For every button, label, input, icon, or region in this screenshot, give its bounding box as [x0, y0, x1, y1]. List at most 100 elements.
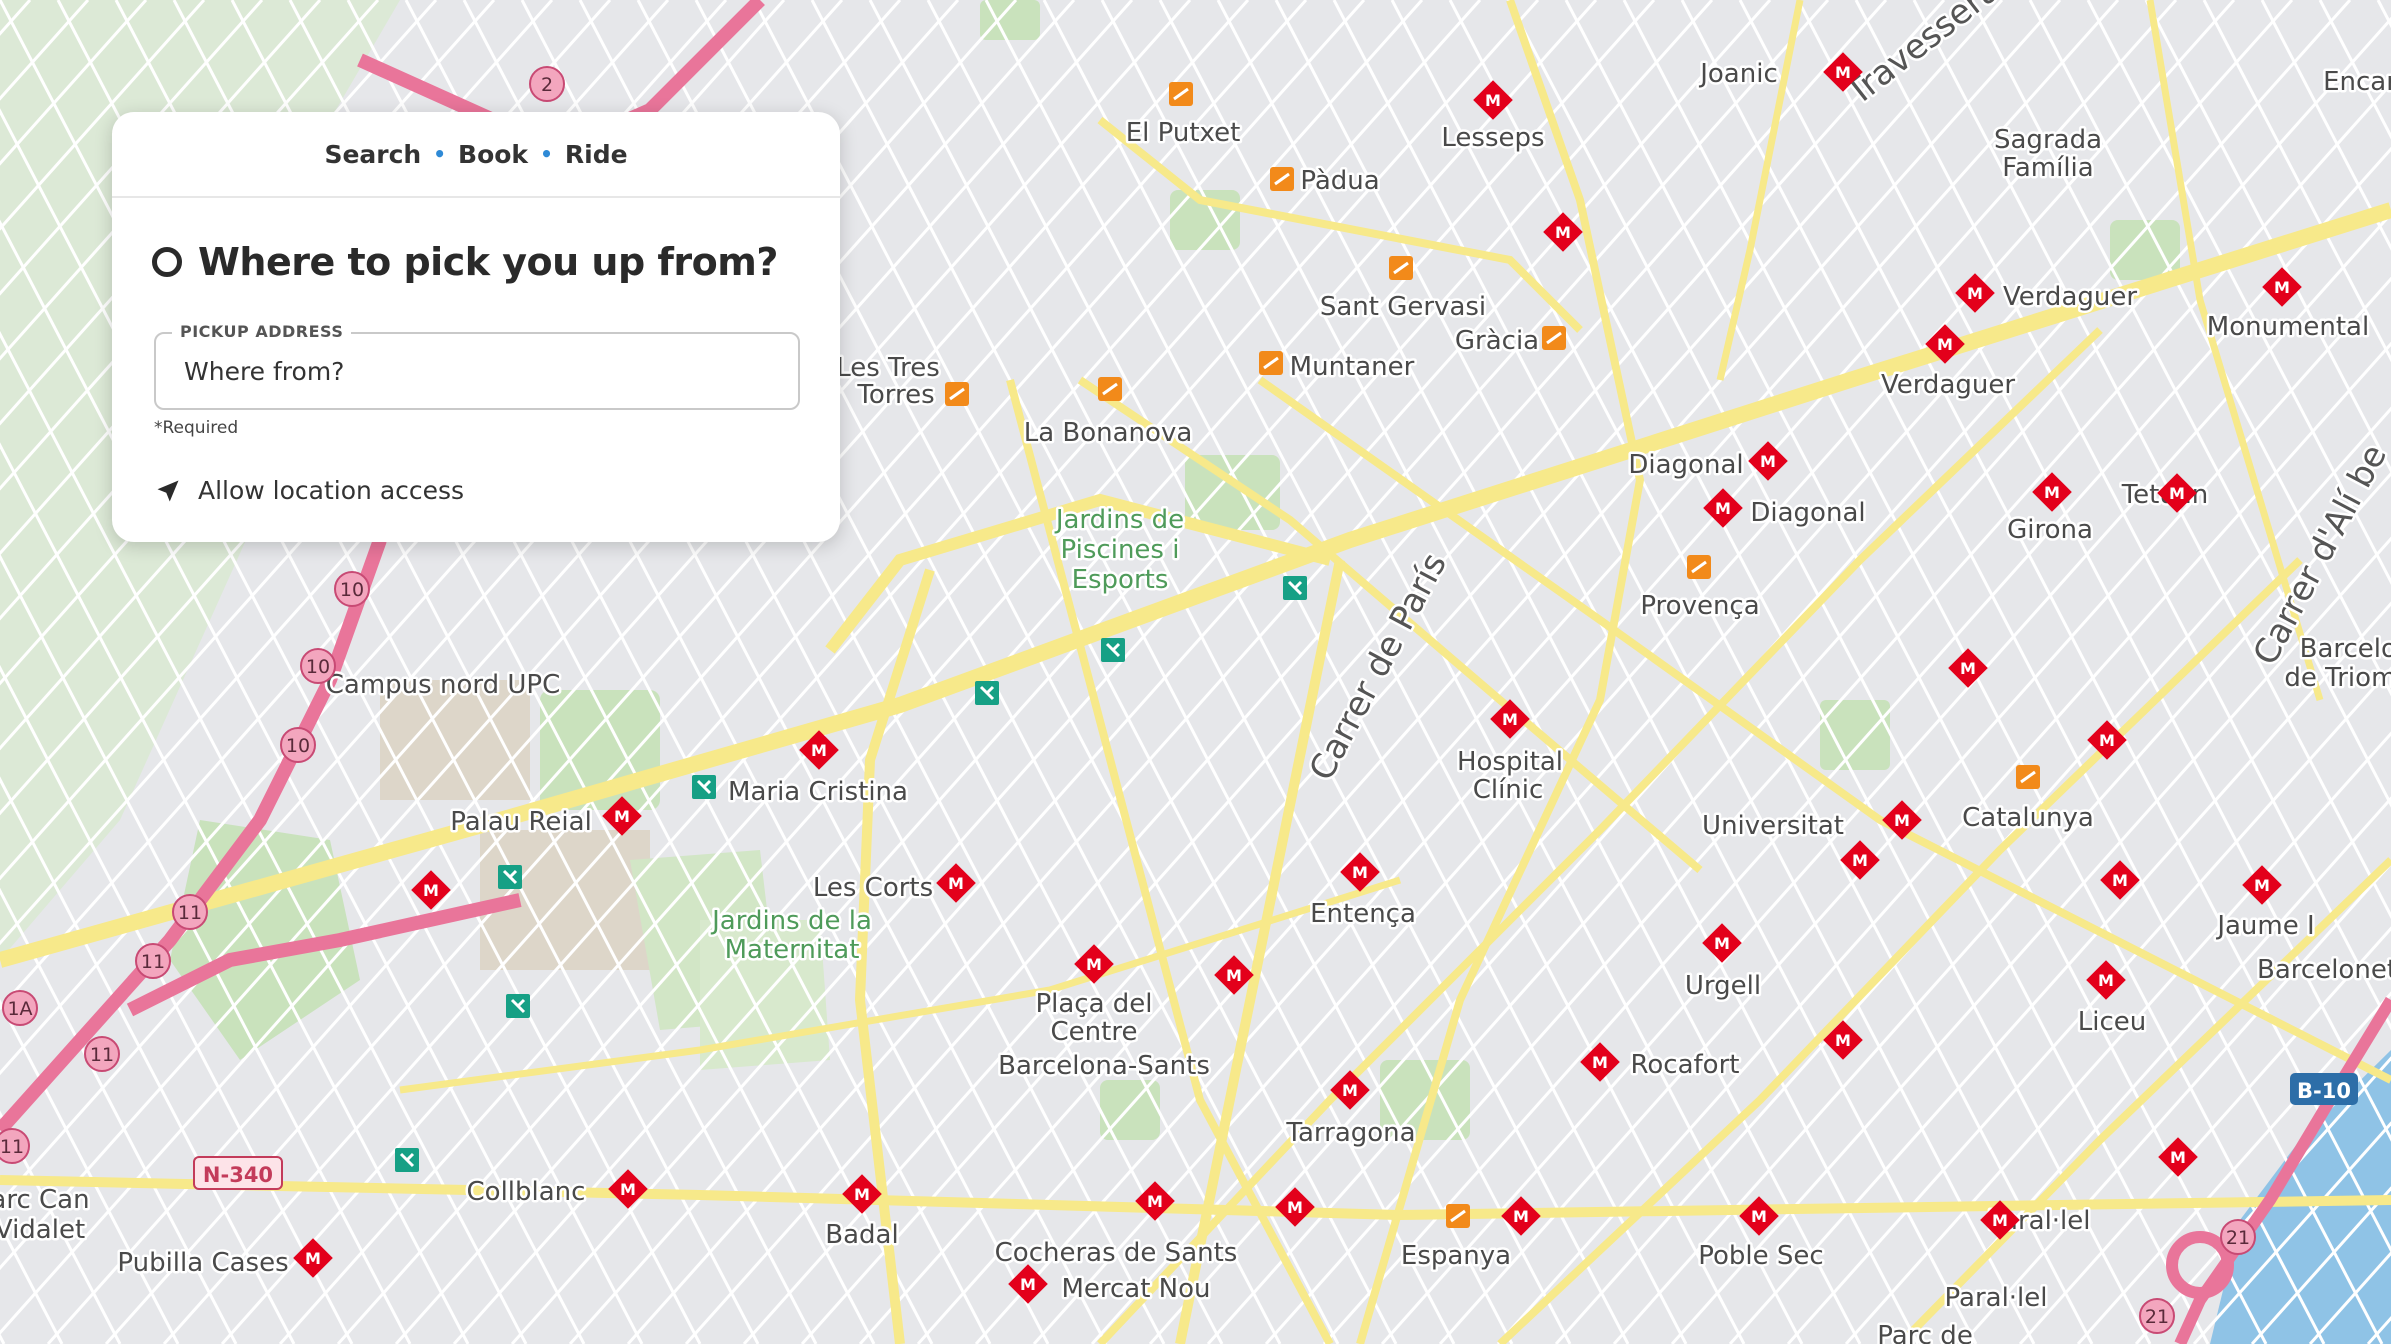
svg-text:M: M — [1147, 1192, 1163, 1211]
place-label: Torres — [856, 380, 934, 410]
park-label: Jardins de la — [710, 906, 872, 936]
svg-text:M: M — [1751, 1207, 1767, 1226]
place-label: Pàdua — [1300, 166, 1379, 196]
svg-text:M: M — [1715, 499, 1731, 518]
fgc-rail-icon — [1687, 555, 1711, 579]
place-label: Les Tres — [836, 353, 940, 383]
svg-text:21: 21 — [2226, 1227, 2250, 1249]
tram-icon — [498, 865, 522, 889]
place-label: Urgell — [1685, 971, 1761, 1001]
svg-text:10: 10 — [340, 579, 364, 601]
place-label: Encar — [2323, 67, 2391, 97]
motorway-shield: 11 — [84, 1036, 120, 1072]
place-label: de Triomf — [2284, 663, 2391, 693]
motorway-shield: 10 — [280, 727, 316, 763]
place-label: Parc de — [1877, 1321, 1973, 1344]
park-label: Maternitat — [725, 935, 860, 965]
svg-text:M: M — [1342, 1081, 1358, 1100]
place-label: La Bonanova — [1024, 418, 1193, 448]
place-label: Poble Sec — [1698, 1241, 1823, 1271]
pickup-card: Search • Book • Ride Where to pick you u… — [112, 112, 840, 542]
motorway-shield: 11 — [0, 1128, 30, 1164]
svg-text:M: M — [1852, 851, 1868, 870]
motorway-shield: 10 — [334, 571, 370, 607]
svg-text:M: M — [2274, 278, 2290, 297]
svg-text:M: M — [1502, 710, 1518, 729]
place-label: Diagonal — [1750, 498, 1865, 528]
place-label: Barceloneta — [2257, 955, 2391, 985]
allow-location-button[interactable]: Allow location access — [154, 476, 464, 505]
place-label: El Putxet — [1126, 118, 1241, 148]
place-label: Lesseps — [1441, 123, 1544, 153]
place-label: Badal — [825, 1220, 898, 1250]
road-ref-sign: N-340 — [193, 1156, 283, 1190]
svg-text:M: M — [1226, 966, 1242, 985]
place-label: Muntaner — [1290, 352, 1415, 382]
svg-text:M: M — [2169, 484, 2185, 503]
place-label: Centre — [1051, 1017, 1138, 1047]
pickup-address-input[interactable] — [182, 352, 776, 390]
park-label: Esports — [1072, 565, 1169, 595]
place-label: Clínic — [1473, 775, 1544, 805]
tram-icon — [395, 1148, 419, 1172]
svg-text:M: M — [854, 1185, 870, 1204]
place-label: Vidalet — [0, 1215, 85, 1245]
place-label: Joanic — [1698, 59, 1778, 89]
fgc-rail-icon — [1169, 82, 1193, 106]
fgc-rail-icon — [1259, 351, 1283, 375]
svg-text:M: M — [1760, 452, 1776, 471]
place-label: arc Can — [0, 1185, 90, 1215]
svg-text:M: M — [1485, 91, 1501, 110]
tram-icon — [1283, 576, 1307, 600]
pickup-address-field[interactable]: PICKUP ADDRESS — [154, 322, 800, 410]
place-label: Verdaguer — [2003, 282, 2137, 312]
place-label: Cocheras de Sants — [995, 1238, 1238, 1268]
place-label: Gràcia — [1455, 326, 1539, 356]
svg-text:M: M — [305, 1249, 321, 1268]
park-label: Jardins de — [1054, 505, 1184, 535]
fgc-rail-icon — [1098, 377, 1122, 401]
place-label: Hospital — [1457, 747, 1563, 777]
svg-text:M: M — [1937, 335, 1953, 354]
svg-text:M: M — [2044, 483, 2060, 502]
fgc-rail-icon — [1542, 326, 1566, 350]
step-breadcrumb: Search • Book • Ride — [112, 112, 840, 198]
svg-text:M: M — [811, 741, 827, 760]
motorway-shield: 10 — [300, 648, 336, 684]
place-label: Verdaguer — [1881, 370, 2015, 400]
motorway-shield: 21 — [2139, 1298, 2175, 1334]
svg-text:M: M — [1894, 811, 1910, 830]
tram-icon — [1101, 638, 1125, 662]
svg-text:10: 10 — [286, 735, 310, 757]
svg-text:B-10: B-10 — [2297, 1079, 2351, 1103]
place-label: Collblanc — [467, 1177, 586, 1207]
svg-text:M: M — [2112, 871, 2128, 890]
place-label: Jaume I — [2215, 911, 2314, 941]
location-arrow-icon — [157, 480, 179, 501]
svg-text:M: M — [2254, 876, 2270, 895]
svg-text:M: M — [1555, 223, 1571, 242]
place-label: Mercat Nou — [1061, 1274, 1210, 1304]
svg-text:2: 2 — [541, 74, 553, 96]
place-label: Universitat — [1702, 811, 1844, 841]
place-label: Plaça del — [1035, 989, 1152, 1019]
svg-text:10: 10 — [306, 656, 330, 678]
svg-text:M: M — [2099, 731, 2115, 750]
motorway-shield: 2 — [529, 66, 565, 102]
svg-text:M: M — [1714, 934, 1730, 953]
place-label: Campus nord UPC — [326, 670, 560, 700]
place-label: Palau Reial — [450, 807, 592, 837]
fgc-rail-icon — [1446, 1204, 1470, 1228]
place-label: Entença — [1310, 899, 1416, 929]
svg-text:M: M — [2098, 971, 2114, 990]
svg-text:11: 11 — [178, 902, 202, 924]
tram-icon — [506, 994, 530, 1018]
place-label: Barcelona-Sants — [998, 1051, 1210, 1081]
svg-text:M: M — [423, 881, 439, 900]
place-label: Provença — [1640, 591, 1759, 621]
svg-text:M: M — [1086, 955, 1102, 974]
svg-text:M: M — [1020, 1275, 1036, 1294]
fgc-rail-icon — [1270, 167, 1294, 191]
place-label: Espanya — [1401, 1241, 1511, 1271]
fgc-rail-icon — [1389, 256, 1413, 280]
